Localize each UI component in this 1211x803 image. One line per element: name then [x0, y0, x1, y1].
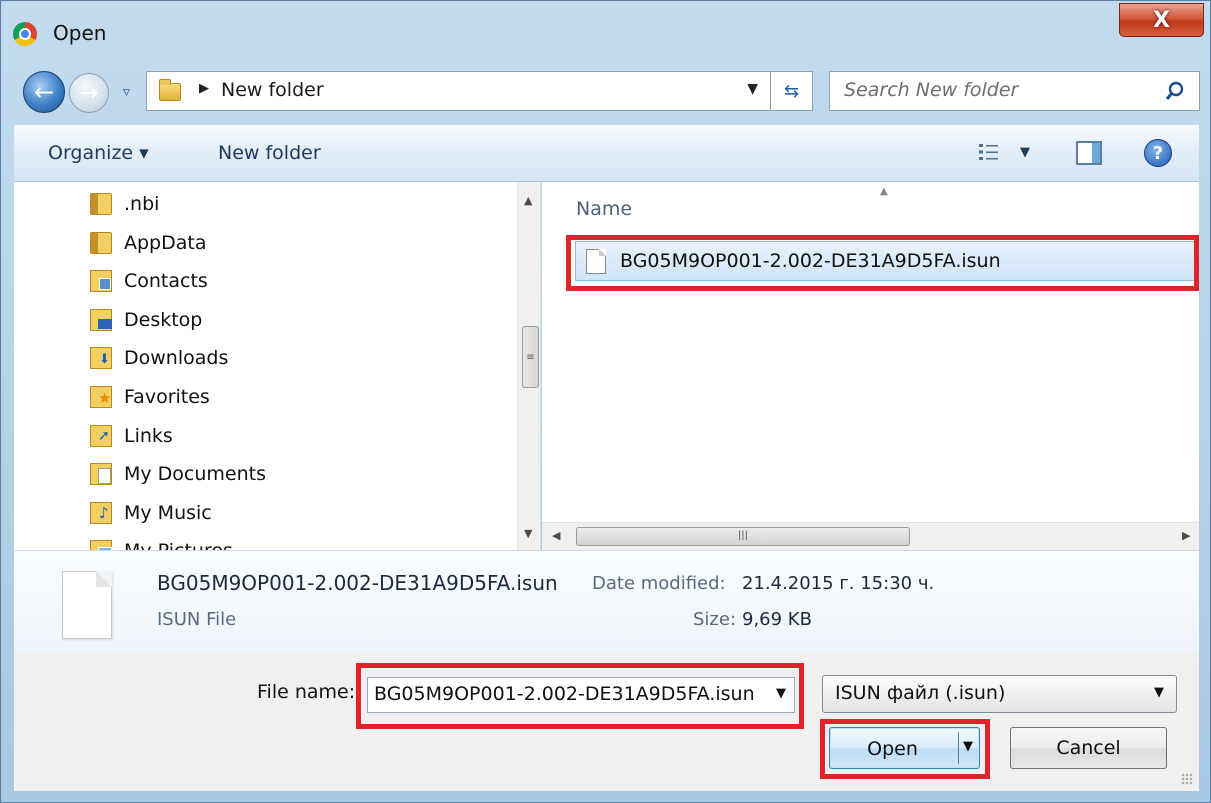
nav-item-label: Downloads	[124, 347, 229, 369]
breadcrumb-chevron-icon[interactable]: ▶	[199, 81, 209, 96]
address-bar[interactable]: ▶ New folder ▼	[146, 71, 771, 111]
nav-item-nbi[interactable]: .nbi	[90, 188, 159, 220]
nav-item-appdata[interactable]: AppData	[90, 227, 207, 259]
name-column-header[interactable]: Name	[576, 198, 632, 220]
contacts-folder-icon	[90, 270, 112, 292]
help-icon[interactable]: ?	[1144, 139, 1172, 167]
nav-item-my-documents[interactable]: My Documents	[90, 458, 266, 490]
downloads-folder-icon	[90, 347, 112, 369]
search-input[interactable]: Search New folder	[844, 79, 1018, 101]
change-view-icon[interactable]	[978, 142, 1000, 162]
music-folder-icon	[90, 502, 112, 524]
cancel-button[interactable]: Cancel	[1010, 727, 1167, 769]
recent-locations-dropdown[interactable]: ▿	[123, 84, 130, 100]
open-file-dialog: Open X ← → ▿ ▶ New folder ▼ ⇆ Search New…	[0, 0, 1211, 803]
nav-item-links[interactable]: Links	[90, 420, 173, 452]
nav-item-label: Links	[124, 425, 173, 447]
search-box[interactable]: Search New folder	[829, 71, 1200, 111]
scroll-left-icon[interactable]: ◀	[552, 529, 560, 542]
arrow-right-icon: →	[79, 80, 99, 106]
nav-item-label: Contacts	[124, 270, 208, 292]
nav-item-label: Desktop	[124, 309, 203, 331]
view-options-dropdown-icon[interactable]: ▼	[1020, 145, 1030, 160]
details-pane: BG05M9OP001-2.002-DE31A9D5FA.isun ISUN F…	[14, 550, 1199, 653]
red-highlight-file-row	[566, 235, 1199, 291]
address-dropdown-icon[interactable]: ▼	[747, 81, 758, 97]
folder-icon	[159, 79, 181, 101]
file-list-horizontal-scrollbar[interactable]: ◀ ||| ▶	[542, 522, 1199, 550]
breadcrumb-current-folder[interactable]: New folder	[221, 79, 324, 101]
scroll-up-icon[interactable]: ▲	[524, 194, 532, 207]
details-file-type: ISUN File	[157, 609, 237, 630]
desktop-folder-icon	[90, 309, 112, 331]
refresh-button[interactable]: ⇆	[771, 71, 813, 111]
red-highlight-open-button	[820, 719, 990, 779]
nav-item-my-music[interactable]: My Music	[90, 497, 212, 529]
navigation-pane: .nbi AppData Contacts Desktop Downloads …	[14, 182, 541, 550]
dialog-footer: File name: BG05M9OP001-2.002-DE31A9D5FA.…	[14, 653, 1199, 791]
nav-item-contacts[interactable]: Contacts	[90, 265, 208, 297]
nav-item-label: My Documents	[124, 463, 267, 485]
folder-icon	[90, 193, 112, 215]
scroll-right-icon[interactable]: ▶	[1182, 529, 1190, 542]
documents-folder-icon	[90, 463, 112, 485]
scroll-down-icon[interactable]: ▼	[524, 527, 532, 540]
size-label: Size:	[693, 609, 737, 630]
search-icon[interactable]	[1165, 81, 1185, 101]
organize-button[interactable]: Organize ▾	[48, 142, 149, 164]
date-modified-value: 21.4.2015 г. 15:30 ч.	[742, 573, 935, 594]
pictures-folder-icon	[90, 540, 112, 550]
file-type-value: ISUN файл (.isun)	[835, 682, 1006, 704]
nav-item-label: My Music	[124, 502, 212, 524]
links-folder-icon	[90, 425, 112, 447]
nav-item-favorites[interactable]: Favorites	[90, 381, 210, 413]
scrollbar-thumb[interactable]: ≡	[522, 326, 539, 388]
window-title: Open	[53, 21, 107, 45]
file-type-select[interactable]: ISUN файл (.isun) ▼	[822, 675, 1177, 713]
title-bar: Open X	[1, 1, 1210, 61]
favorites-folder-icon	[90, 386, 112, 408]
preview-pane-icon[interactable]	[1076, 141, 1102, 165]
details-file-name: BG05M9OP001-2.002-DE31A9D5FA.isun	[157, 571, 558, 595]
close-button[interactable]: X	[1119, 3, 1204, 37]
nav-item-label: .nbi	[124, 193, 160, 215]
file-name-label: File name:	[257, 681, 356, 703]
file-thumbnail-icon	[62, 571, 112, 639]
sort-ascending-icon: ▲	[880, 186, 888, 197]
command-bar: Organize ▾ New folder ▼ ?	[14, 124, 1199, 182]
file-type-dropdown-icon[interactable]: ▼	[1154, 685, 1164, 700]
folder-icon	[90, 232, 112, 254]
nav-item-my-pictures[interactable]: My Pictures	[90, 535, 233, 550]
file-list-pane: ▲ Name BG05M9OP001-2.002-DE31A9D5FA.isun…	[542, 182, 1199, 550]
arrow-left-icon: ←	[33, 78, 55, 106]
nav-pane-vertical-scrollbar[interactable]: ▲ ≡ ▼	[517, 182, 540, 550]
chrome-app-icon	[13, 22, 37, 46]
scrollbar-thumb[interactable]: |||	[576, 527, 910, 546]
resize-grip-icon[interactable]	[1181, 773, 1193, 785]
forward-button[interactable]: →	[69, 73, 109, 113]
nav-item-label: My Pictures	[124, 540, 233, 550]
date-modified-label: Date modified:	[592, 573, 726, 594]
back-button[interactable]: ←	[23, 71, 65, 113]
refresh-icon: ⇆	[783, 80, 800, 102]
nav-item-label: AppData	[124, 232, 207, 254]
nav-item-downloads[interactable]: Downloads	[90, 342, 228, 374]
red-highlight-file-name	[356, 663, 804, 729]
nav-item-label: Favorites	[124, 386, 210, 408]
nav-item-desktop[interactable]: Desktop	[90, 304, 202, 336]
size-value: 9,69 KB	[742, 609, 812, 630]
new-folder-button[interactable]: New folder	[218, 142, 321, 164]
